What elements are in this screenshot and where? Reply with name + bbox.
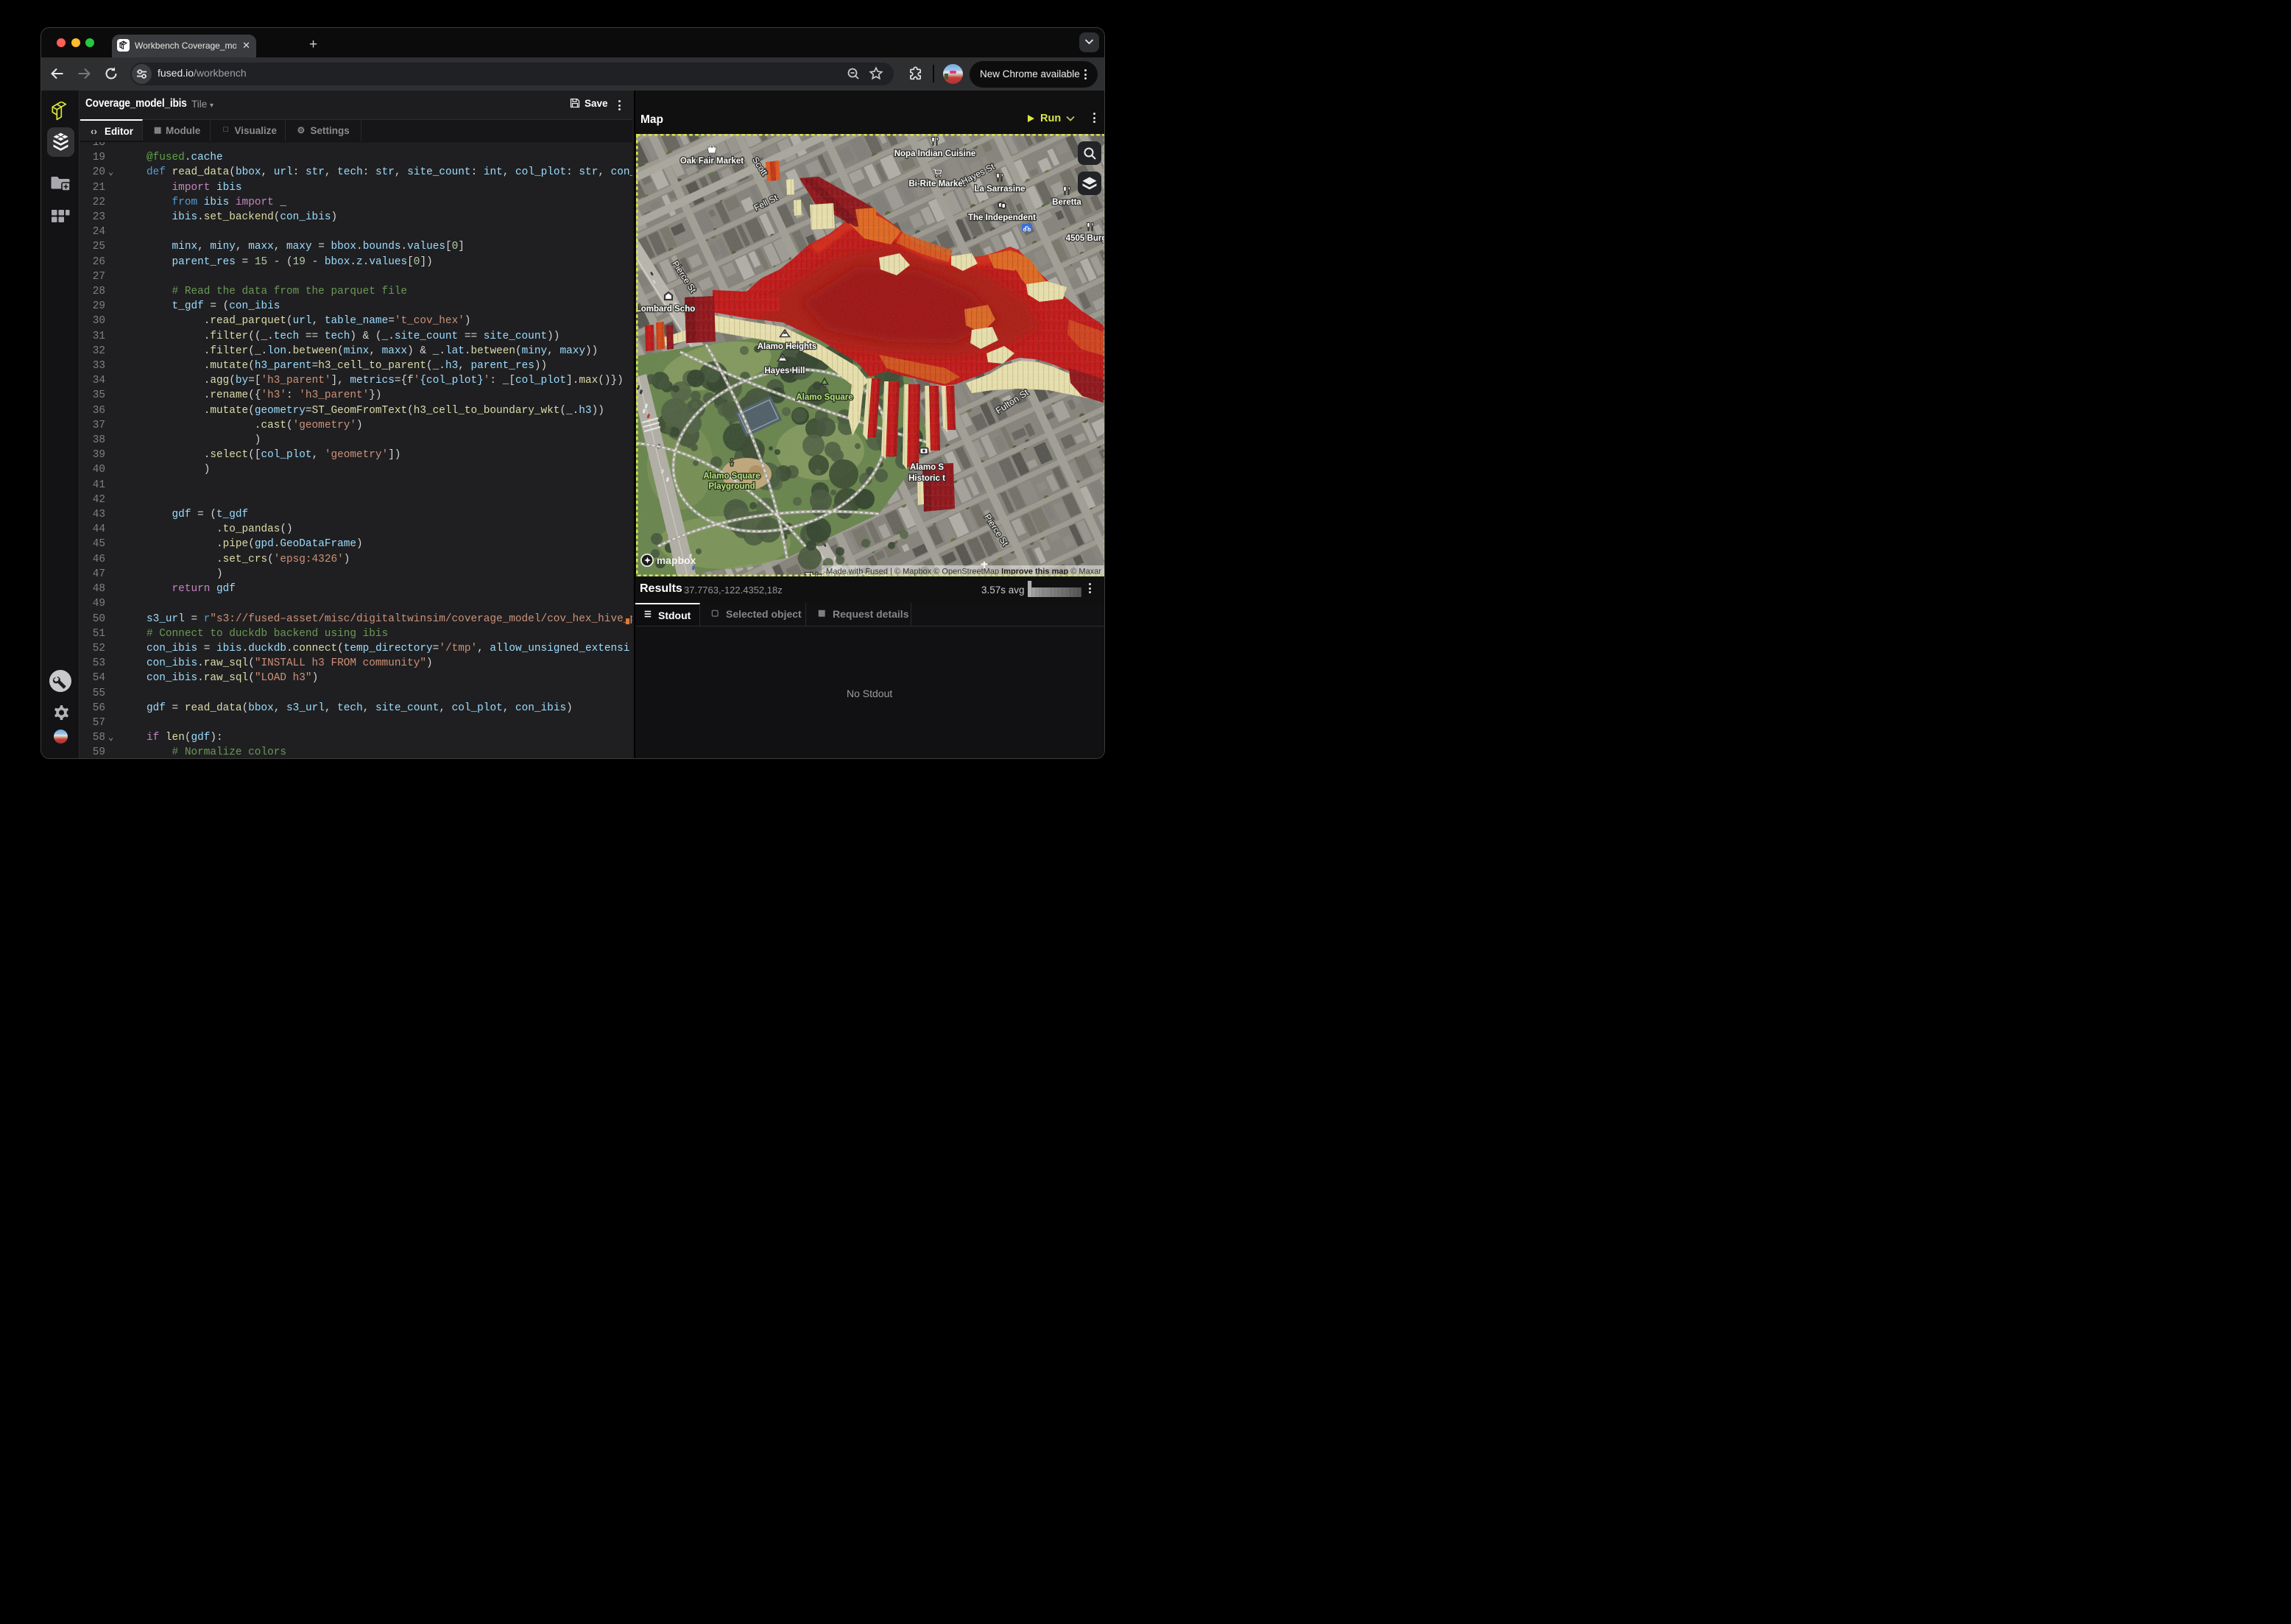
svg-text:Alamo S: Alamo S (910, 463, 944, 472)
svg-text:Playground: Playground (708, 482, 755, 491)
svg-text:Nopa Indian Cuisine: Nopa Indian Cuisine (894, 149, 976, 158)
svg-text:Historic t: Historic t (908, 474, 945, 483)
svg-text:Bi-Rite Market: Bi-Rite Market (908, 180, 965, 188)
svg-text:Oak Fair Market: Oak Fair Market (680, 157, 744, 166)
svg-text:Alamo Square: Alamo Square (703, 472, 760, 481)
svg-text:Hayes Hill: Hayes Hill (765, 367, 805, 375)
svg-text:Lombard Scho: Lombard Scho (636, 305, 695, 314)
svg-text:4505 Burger: 4505 Burger (1066, 234, 1104, 243)
svg-text:Alamo Heights: Alamo Heights (758, 342, 817, 351)
svg-text:La Sarrasine: La Sarrasine (974, 185, 1025, 194)
svg-text:Beretta: Beretta (1052, 198, 1081, 207)
svg-text:Alamo Square: Alamo Square (796, 393, 852, 402)
svg-text:mapbox: mapbox (657, 555, 696, 566)
svg-text:The Independent: The Independent (968, 213, 1036, 222)
